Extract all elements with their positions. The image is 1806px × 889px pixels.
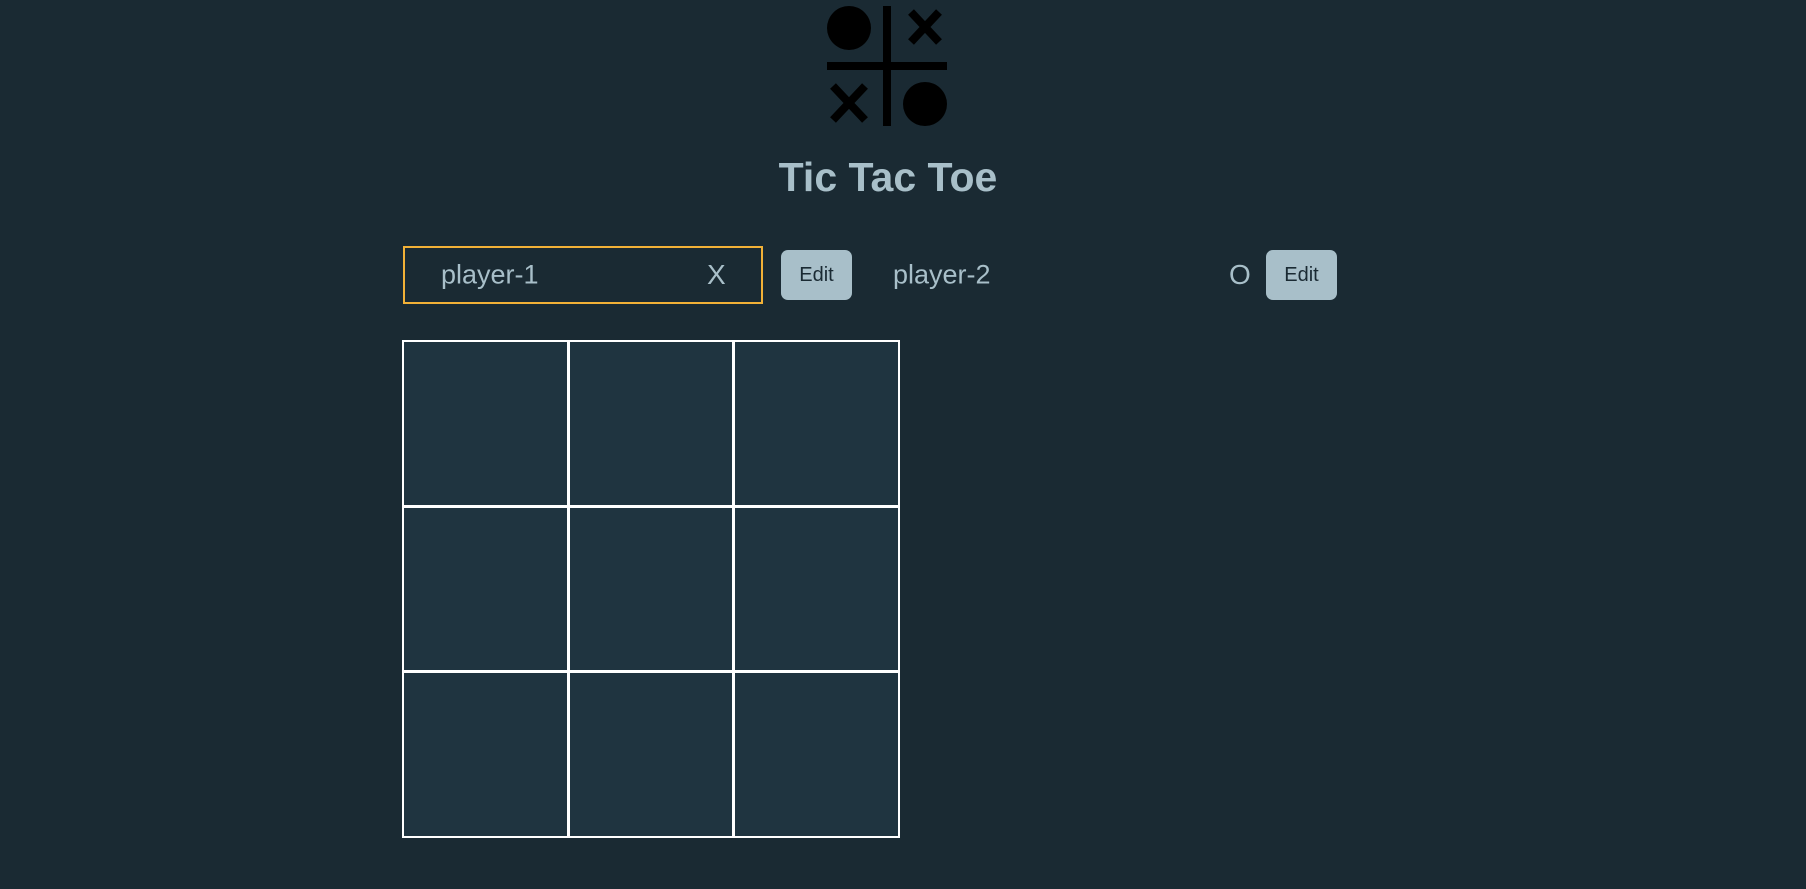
player-1-symbol: X bbox=[707, 259, 726, 290]
board-cell-3[interactable] bbox=[735, 342, 898, 505]
player-2-symbol: O bbox=[1229, 259, 1251, 290]
board-cell-7[interactable] bbox=[404, 673, 567, 836]
player-2-name: player-2 bbox=[893, 259, 991, 290]
player-2-edit-button[interactable]: Edit bbox=[1266, 250, 1337, 300]
game-board bbox=[402, 340, 900, 838]
page: Tic Tac Toe player-1 X Edit player-2 O E… bbox=[0, 0, 1806, 889]
board-cell-1[interactable] bbox=[404, 342, 567, 505]
player-1-card: player-1 X bbox=[403, 246, 763, 304]
tic-tac-toe-logo-icon bbox=[827, 6, 947, 126]
player-1-edit-button[interactable]: Edit bbox=[781, 250, 852, 300]
board-cell-5[interactable] bbox=[569, 507, 733, 671]
player-2-card: player-2 O bbox=[883, 246, 1263, 304]
board-cell-2[interactable] bbox=[569, 342, 733, 505]
players-bar: player-1 X Edit player-2 O Edit bbox=[403, 246, 1337, 304]
player-1-name: player-1 bbox=[441, 259, 539, 290]
board-cell-6[interactable] bbox=[735, 507, 898, 671]
board-cell-8[interactable] bbox=[569, 673, 733, 836]
board-cell-4[interactable] bbox=[404, 507, 567, 671]
board-cell-9[interactable] bbox=[735, 673, 898, 836]
page-title: Tic Tac Toe bbox=[778, 154, 998, 200]
